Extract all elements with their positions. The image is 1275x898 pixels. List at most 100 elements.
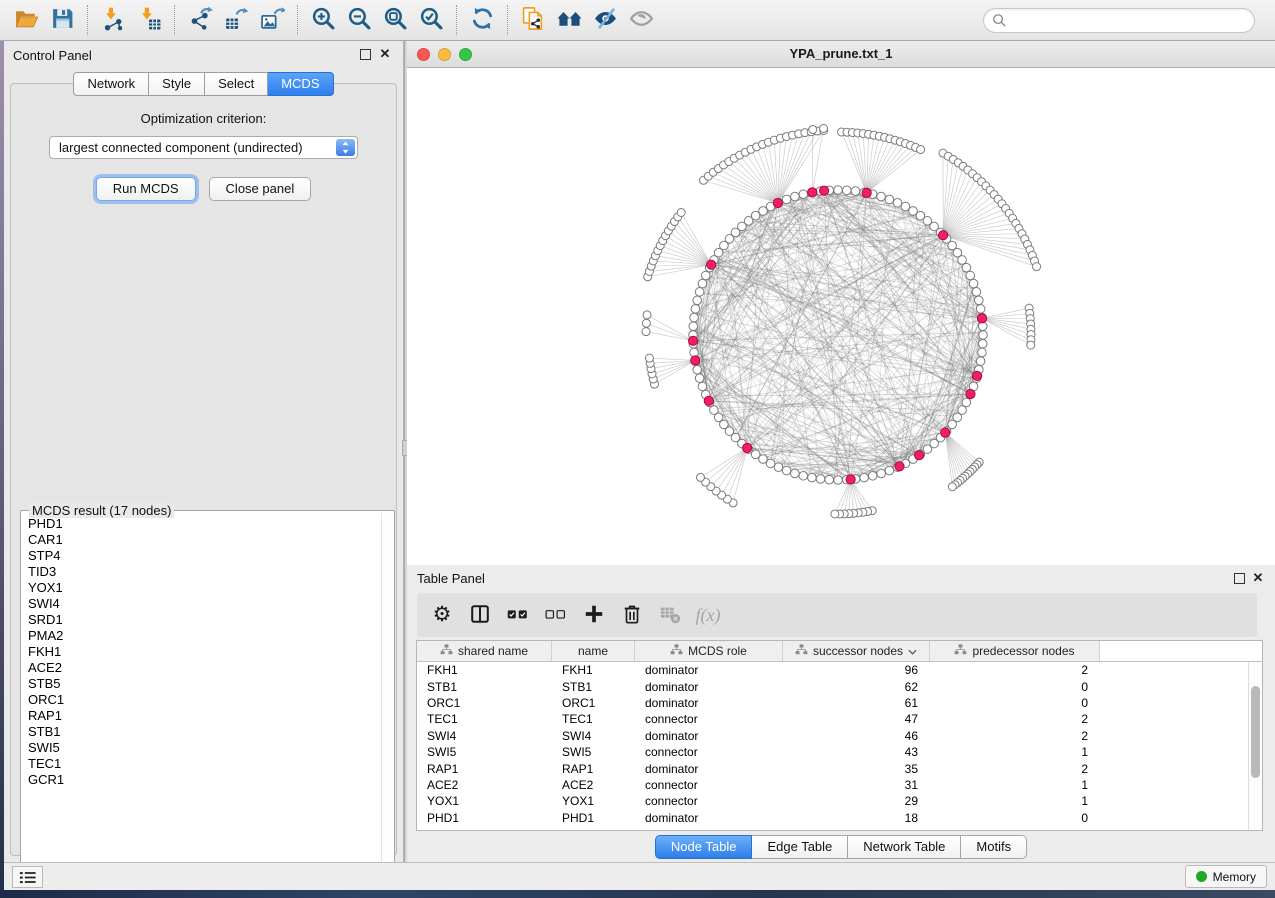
mcds-result-item[interactable]: PHD1	[28, 516, 380, 532]
network-view-window: YPA_prune.txt_1	[407, 41, 1275, 565]
import-network-button[interactable]	[95, 4, 131, 36]
mcds-result-item[interactable]: CAR1	[28, 532, 380, 548]
column-header-filler	[1100, 641, 1262, 661]
gear-button[interactable]: ⚙	[423, 597, 461, 633]
search-input[interactable]	[983, 8, 1255, 33]
import-table-button[interactable]	[131, 4, 167, 36]
tab-network-table[interactable]: Network Table	[848, 835, 961, 859]
mcds-result-item[interactable]: YOX1	[28, 580, 380, 596]
mcds-result-item[interactable]: TEC1	[28, 756, 380, 772]
add-column-button[interactable]	[575, 597, 613, 633]
table-cell: 29	[783, 794, 930, 808]
column-header-successor-nodes[interactable]: successor nodes	[783, 641, 930, 661]
tab-select[interactable]: Select	[205, 72, 268, 96]
mcds-result-item[interactable]: TID3	[28, 564, 380, 580]
table-cell: connector	[635, 745, 783, 759]
float-panel-icon[interactable]	[360, 49, 371, 60]
columns-button[interactable]	[461, 597, 499, 633]
application-window: Control Panel ✕ NetworkStyleSelectMCDS O…	[0, 0, 1275, 898]
table-row[interactable]: YOX1YOX1connector291	[417, 793, 1248, 809]
table-row[interactable]: RAP1RAP1dominator352	[417, 760, 1248, 776]
table-scrollbar-track	[1248, 662, 1262, 830]
tab-mcds[interactable]: MCDS	[268, 72, 333, 96]
save-session-button[interactable]	[44, 4, 80, 36]
mcds-result-item[interactable]: PMA2	[28, 628, 380, 644]
table-scrollbar-thumb[interactable]	[1251, 686, 1260, 778]
show-all-button[interactable]	[623, 4, 659, 36]
close-panel-button[interactable]: Close panel	[209, 177, 312, 201]
column-header-shared-name[interactable]: shared name	[417, 641, 552, 661]
tab-node-table[interactable]: Node Table	[655, 835, 753, 859]
table-row[interactable]: SWI5SWI5connector431	[417, 744, 1248, 760]
share-document-button[interactable]	[515, 4, 551, 36]
mcds-result-item[interactable]: STP4	[28, 548, 380, 564]
zoom-fit-button[interactable]	[377, 4, 413, 36]
sort-caret-icon	[908, 644, 917, 658]
column-type-icon	[440, 644, 453, 658]
table-row[interactable]: TEC1TEC1connector472	[417, 711, 1248, 727]
first-neighbors-button[interactable]	[551, 4, 587, 36]
column-header-MCDS-role[interactable]: MCDS role	[635, 641, 783, 661]
float-table-panel-icon[interactable]	[1234, 573, 1245, 584]
zoom-selected-button[interactable]	[413, 4, 449, 36]
table-cell: 61	[783, 696, 930, 710]
zoom-in-icon	[311, 6, 336, 34]
open-session-button[interactable]	[8, 4, 44, 36]
table-row[interactable]: SWI4SWI4dominator462	[417, 728, 1248, 744]
table-row[interactable]: ACE2ACE2connector311	[417, 777, 1248, 793]
zoom-out-button[interactable]	[341, 4, 377, 36]
table-row[interactable]: STB1STB1dominator620	[417, 678, 1248, 694]
mcds-result-item[interactable]: ORC1	[28, 692, 380, 708]
mcds-result-item[interactable]: STB1	[28, 724, 380, 740]
table-cell: TEC1	[417, 712, 552, 726]
mcds-result-item[interactable]: ACE2	[28, 660, 380, 676]
criterion-dropdown[interactable]: largest connected component (undirected)	[49, 136, 358, 159]
close-panel-icon[interactable]: ✕	[377, 45, 393, 63]
hide-selected-button[interactable]	[587, 4, 623, 36]
mcds-result-item[interactable]: GCR1	[28, 772, 380, 788]
refresh-view-button[interactable]	[464, 4, 500, 36]
delete-table-button[interactable]	[651, 597, 689, 633]
mcds-result-item[interactable]: SWI4	[28, 596, 380, 612]
function-builder-button[interactable]: f(x)	[689, 597, 727, 633]
delete-column-button[interactable]	[613, 597, 651, 633]
delete-column-icon	[621, 603, 643, 628]
tab-edge-table[interactable]: Edge Table	[752, 835, 848, 859]
show-all-icon	[629, 6, 654, 34]
mcds-result-item[interactable]: RAP1	[28, 708, 380, 724]
mcds-result-item[interactable]: SRD1	[28, 612, 380, 628]
table-row[interactable]: PHD1PHD1dominator180	[417, 810, 1248, 826]
table-cell: ORC1	[417, 696, 552, 710]
export-network-button[interactable]	[182, 4, 218, 36]
zoom-in-button[interactable]	[305, 4, 341, 36]
tab-network[interactable]: Network	[73, 72, 149, 96]
close-table-panel-icon[interactable]: ✕	[1250, 569, 1266, 587]
control-panel-tabs: NetworkStyleSelectMCDS	[4, 72, 403, 96]
export-table-button[interactable]	[218, 4, 254, 36]
memory-button[interactable]: Memory	[1185, 865, 1267, 888]
table-row[interactable]: ORC1ORC1dominator610	[417, 695, 1248, 711]
mcds-result-item[interactable]: SWI5	[28, 740, 380, 756]
mcds-result-scrollbar[interactable]	[381, 513, 392, 879]
deselect-all-button[interactable]	[537, 597, 575, 633]
column-header-predecessor-nodes[interactable]: predecessor nodes	[930, 641, 1100, 661]
run-mcds-button[interactable]: Run MCDS	[96, 177, 196, 201]
export-image-button[interactable]	[254, 4, 290, 36]
show-panels-button[interactable]	[12, 866, 43, 888]
column-header-name[interactable]: name	[552, 641, 635, 661]
table-panel-tabs: Node TableEdge TableNetwork TableMotifs	[407, 835, 1275, 859]
network-canvas[interactable]	[407, 68, 1275, 565]
tab-style[interactable]: Style	[149, 72, 205, 96]
first-neighbors-icon	[557, 6, 582, 34]
select-all-button[interactable]	[499, 597, 537, 633]
table-cell: dominator	[635, 762, 783, 776]
node-table: shared namenameMCDS rolesuccessor nodesp…	[416, 640, 1263, 831]
gear-icon: ⚙	[433, 604, 452, 626]
mcds-result-item[interactable]: FKH1	[28, 644, 380, 660]
tab-motifs[interactable]: Motifs	[961, 835, 1027, 859]
mcds-result-list[interactable]: PHD1CAR1STP4TID3YOX1SWI4SRD1PMA2FKH1ACE2…	[23, 513, 380, 879]
table-row[interactable]: FKH1FKH1dominator962	[417, 662, 1248, 678]
table-cell: dominator	[635, 811, 783, 825]
table-cell: dominator	[635, 729, 783, 743]
mcds-result-item[interactable]: STB5	[28, 676, 380, 692]
